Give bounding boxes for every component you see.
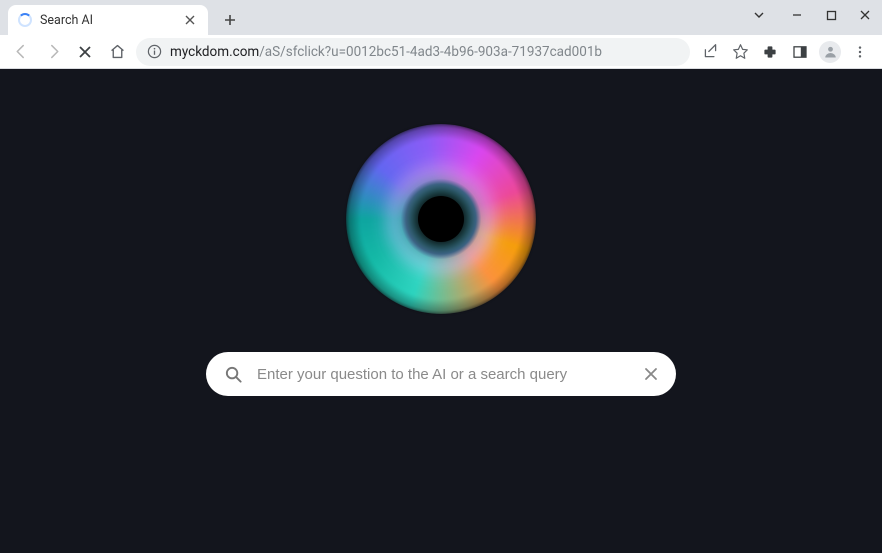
- share-button[interactable]: [696, 38, 724, 66]
- profile-button[interactable]: [816, 38, 844, 66]
- window-maximize-button[interactable]: [814, 0, 848, 30]
- bookmark-button[interactable]: [726, 38, 754, 66]
- nav-home-button[interactable]: [104, 39, 130, 65]
- site-info-icon[interactable]: [146, 44, 162, 60]
- avatar-icon: [819, 41, 841, 63]
- url-path: /aS/sfclick?u=0012bc51-4ad3-4b96-903a-71…: [259, 44, 602, 60]
- url-host: myckdom.com: [170, 44, 259, 60]
- window-controls: [742, 0, 882, 30]
- search-icon: [224, 365, 243, 384]
- new-tab-button[interactable]: [216, 6, 244, 34]
- browser-titlebar: Search AI: [0, 0, 882, 35]
- nav-back-button[interactable]: [8, 39, 34, 65]
- tab-search-button[interactable]: [742, 0, 776, 30]
- url-text: myckdom.com/aS/sfclick?u=0012bc51-4ad3-4…: [170, 44, 602, 60]
- window-minimize-button[interactable]: [780, 0, 814, 30]
- loading-spinner-icon: [18, 13, 32, 27]
- address-bar[interactable]: myckdom.com/aS/sfclick?u=0012bc51-4ad3-4…: [136, 38, 690, 66]
- browser-toolbar: myckdom.com/aS/sfclick?u=0012bc51-4ad3-4…: [0, 35, 882, 69]
- search-bar[interactable]: [206, 352, 676, 396]
- nav-stop-button[interactable]: [72, 39, 98, 65]
- sidepanel-button[interactable]: [786, 38, 814, 66]
- clear-icon[interactable]: [644, 367, 658, 381]
- window-close-button[interactable]: [848, 0, 882, 30]
- extensions-button[interactable]: [756, 38, 784, 66]
- tab-close-button[interactable]: [182, 12, 198, 28]
- nav-forward-button[interactable]: [40, 39, 66, 65]
- tab-title: Search AI: [40, 13, 93, 28]
- page-content: [0, 69, 882, 553]
- hero-logo: [346, 124, 536, 314]
- search-input[interactable]: [257, 366, 630, 383]
- menu-button[interactable]: [846, 38, 874, 66]
- browser-tab[interactable]: Search AI: [8, 5, 208, 35]
